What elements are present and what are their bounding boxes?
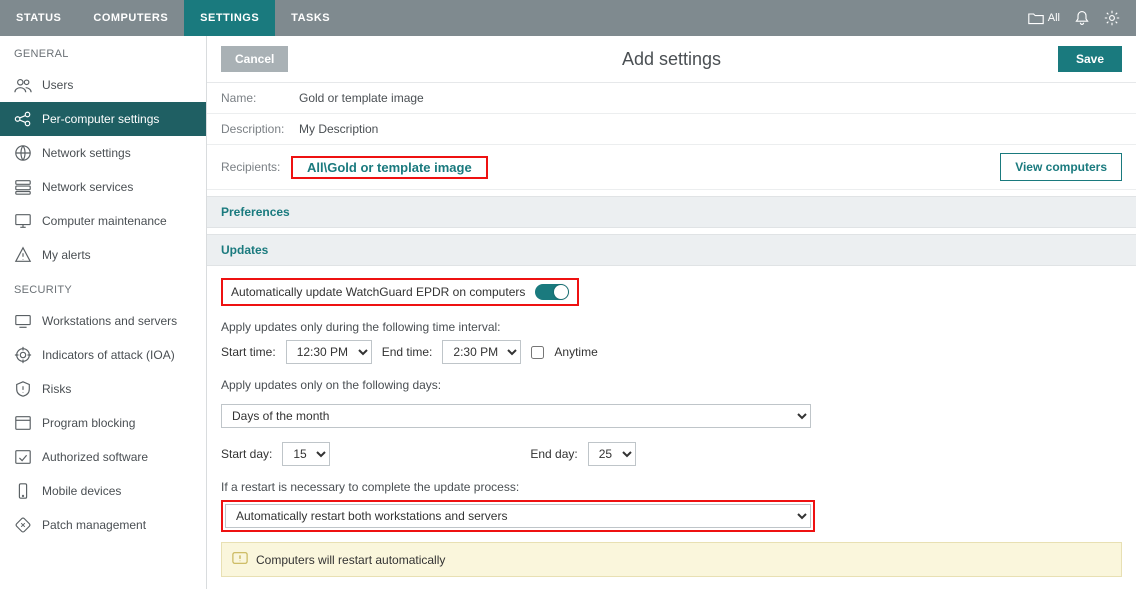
desktop-icon — [14, 312, 32, 330]
info-banner: Computers will restart automatically — [221, 542, 1122, 577]
monitor-icon — [14, 212, 32, 230]
days-select[interactable]: Days of the month — [221, 404, 811, 428]
gear-icon[interactable] — [1104, 10, 1120, 26]
sidebar-item-label: Indicators of attack (IOA) — [42, 348, 175, 362]
tab-settings[interactable]: SETTINGS — [184, 0, 275, 36]
start-day-select[interactable]: 15 — [282, 442, 330, 466]
top-nav: STATUS COMPUTERS SETTINGS TASKS All — [0, 0, 1136, 36]
sidebar-item-label: Risks — [42, 382, 71, 396]
tab-computers[interactable]: COMPUTERS — [77, 0, 184, 36]
sidebar-item-my-alerts[interactable]: My alerts — [0, 238, 206, 272]
nodes-icon — [14, 110, 32, 128]
sidebar-item-ioa[interactable]: Indicators of attack (IOA) — [0, 338, 206, 372]
name-label: Name: — [221, 91, 291, 105]
mobile-icon — [14, 482, 32, 500]
sidebar-item-label: Program blocking — [42, 416, 135, 430]
sidebar-item-label: Network services — [42, 180, 133, 194]
auto-update-toggle[interactable] — [535, 284, 569, 300]
save-button[interactable]: Save — [1058, 46, 1122, 72]
sidebar-item-authorized-software[interactable]: Authorized software — [0, 440, 206, 474]
auto-update-label: Automatically update WatchGuard EPDR on … — [231, 285, 525, 299]
anytime-checkbox[interactable] — [531, 346, 544, 359]
page-title: Add settings — [622, 49, 721, 70]
patch-icon — [14, 516, 32, 534]
crosshair-icon — [14, 346, 32, 364]
end-day-select[interactable]: 25 — [588, 442, 636, 466]
start-time-select[interactable]: 12:30 PM — [286, 340, 372, 364]
days-label: Apply updates only on the following days… — [221, 378, 1122, 392]
sidebar-item-program-blocking[interactable]: Program blocking — [0, 406, 206, 440]
cancel-button[interactable]: Cancel — [221, 46, 288, 72]
recipients-highlight: All\Gold or template image — [291, 156, 488, 179]
restart-select[interactable]: Automatically restart both workstations … — [225, 504, 811, 528]
sidebar-item-users[interactable]: Users — [0, 68, 206, 102]
folder-all-button[interactable]: All — [1028, 11, 1060, 25]
all-label: All — [1048, 12, 1060, 24]
sidebar-item-label: Workstations and servers — [42, 314, 177, 328]
start-day-label: Start day: — [221, 447, 272, 461]
sidebar-item-workstations[interactable]: Workstations and servers — [0, 304, 206, 338]
users-icon — [14, 76, 32, 94]
sidebar-item-per-computer[interactable]: Per-computer settings — [0, 102, 206, 136]
section-updates[interactable]: Updates — [207, 234, 1136, 266]
sidebar-item-label: Per-computer settings — [42, 112, 159, 126]
alert-icon — [14, 246, 32, 264]
sidebar-item-patch-management[interactable]: Patch management — [0, 508, 206, 542]
description-label: Description: — [221, 122, 291, 136]
end-time-label: End time: — [382, 345, 433, 359]
interval-label: Apply updates only during the following … — [221, 320, 1122, 334]
sidebar-item-computer-maintenance[interactable]: Computer maintenance — [0, 204, 206, 238]
sidebar-item-risks[interactable]: Risks — [0, 372, 206, 406]
sidebar-item-network-services[interactable]: Network services — [0, 170, 206, 204]
tab-status[interactable]: STATUS — [0, 0, 77, 36]
recipients-link[interactable]: All\Gold or template image — [297, 154, 482, 181]
sidebar-item-label: Computer maintenance — [42, 214, 167, 228]
sidebar-item-label: Patch management — [42, 518, 146, 532]
restart-label: If a restart is necessary to complete th… — [221, 480, 1122, 494]
sidebar-group-general: GENERAL — [0, 36, 206, 68]
sidebar-item-network-settings[interactable]: Network settings — [0, 136, 206, 170]
sidebar-item-label: Mobile devices — [42, 484, 121, 498]
sidebar-item-label: Network settings — [42, 146, 131, 160]
shield-icon — [14, 380, 32, 398]
name-value[interactable]: Gold or template image — [291, 91, 424, 105]
sidebar-item-mobile-devices[interactable]: Mobile devices — [0, 474, 206, 508]
bell-icon[interactable] — [1074, 10, 1090, 26]
check-window-icon — [14, 448, 32, 466]
main-content: Cancel Add settings Save Name: Gold or t… — [207, 36, 1136, 589]
tab-tasks[interactable]: TASKS — [275, 0, 346, 36]
recipients-label: Recipients: — [221, 160, 291, 174]
start-time-label: Start time: — [221, 345, 276, 359]
sidebar: GENERAL Users Per-computer settings Netw… — [0, 36, 207, 589]
globe-icon — [14, 144, 32, 162]
section-preferences[interactable]: Preferences — [207, 196, 1136, 228]
auto-update-highlight: Automatically update WatchGuard EPDR on … — [221, 278, 579, 306]
sidebar-item-label: My alerts — [42, 248, 91, 262]
description-value[interactable]: My Description — [291, 122, 378, 136]
server-icon — [14, 178, 32, 196]
sidebar-item-label: Users — [42, 78, 73, 92]
sidebar-group-security: SECURITY — [0, 272, 206, 304]
restart-highlight: Automatically restart both workstations … — [221, 500, 815, 532]
end-day-label: End day: — [530, 447, 577, 461]
info-icon — [232, 551, 248, 568]
window-icon — [14, 414, 32, 432]
sidebar-item-label: Authorized software — [42, 450, 148, 464]
end-time-select[interactable]: 2:30 PM — [442, 340, 521, 364]
view-computers-button[interactable]: View computers — [1000, 153, 1122, 181]
anytime-label: Anytime — [554, 345, 597, 359]
info-banner-text: Computers will restart automatically — [256, 553, 445, 567]
